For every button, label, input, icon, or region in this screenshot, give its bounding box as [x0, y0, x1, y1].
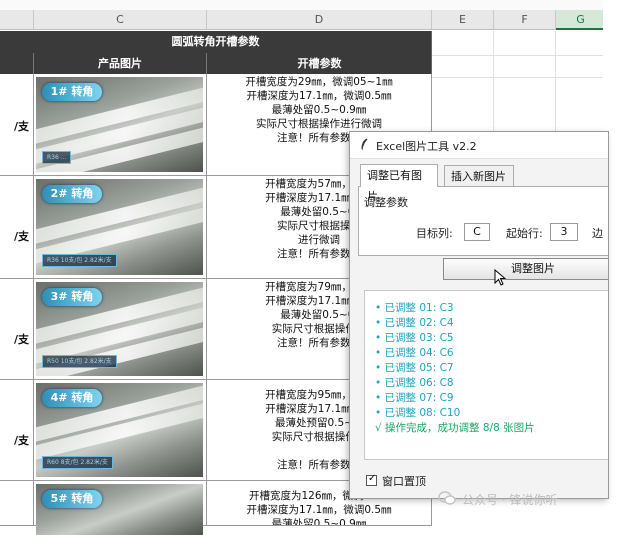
check-icon: ✓ — [368, 473, 377, 484]
param-line: 开槽深度为17.1㎜，微调0.5㎜ — [246, 504, 392, 516]
dialog-title: Excel图片工具 v2.2 — [376, 140, 477, 153]
corner-badge: 4# 转角 — [42, 389, 102, 407]
product-photo[interactable]: 1# 转角 R36 ... — [36, 77, 203, 172]
cell-g[interactable] — [556, 31, 606, 56]
sheet-header-row: 产品图片 开槽参数 — [0, 53, 432, 74]
param-line: 开槽宽度为29㎜，微调05~1㎜ — [245, 76, 393, 88]
param-line: 实际尺寸根据操作进行微调 — [256, 118, 382, 130]
product-image-cell[interactable]: 5# 转角 — [34, 481, 207, 535]
price-cell[interactable]: /支 — [0, 279, 34, 380]
corner-badge: 3# 转角 — [42, 288, 102, 306]
cell-f[interactable] — [494, 31, 556, 56]
product-photo[interactable]: 4# 转角 R60 8支/包 2.82米/支 — [36, 383, 203, 477]
log-line: • 已调整 02: C4 — [375, 317, 454, 329]
topmost-checkbox[interactable]: ✓ — [366, 473, 377, 486]
corner-badge: 5# 转角 — [42, 490, 102, 508]
tab-insert-new[interactable]: 插入新图片 — [444, 165, 514, 186]
log-line: • 已调整 03: C5 — [375, 332, 454, 344]
header-slot-params[interactable]: 开槽参数 — [207, 53, 432, 74]
price-cell[interactable]: /支 — [0, 176, 34, 279]
dialog-titlebar[interactable]: Excel图片工具 v2.2 — [350, 132, 608, 159]
spec-label: R36 10支/包 2.82米/支 — [42, 254, 117, 267]
cell-e[interactable] — [432, 56, 494, 78]
topmost-label[interactable]: 窗口置顶 — [382, 473, 426, 489]
spec-label: R36 ... — [42, 151, 72, 164]
spec-label: R60 8支/包 2.82米/支 — [42, 456, 113, 469]
target-column-input[interactable]: C — [464, 223, 490, 241]
price-cell[interactable]: /支 — [0, 74, 34, 176]
log-line: • 已调整 05: C7 — [375, 362, 454, 374]
sheet-title-cell[interactable]: 圆弧转角开槽参数 — [0, 31, 432, 53]
corner-badge: 2# 转角 — [42, 185, 102, 203]
cell-g[interactable] — [556, 78, 606, 134]
product-photo[interactable]: 3# 转角 R50 10支/包 2.82米/支 — [36, 282, 203, 376]
header-product-image[interactable]: 产品图片 — [34, 53, 207, 74]
column-header-g[interactable]: G — [556, 10, 606, 30]
product-photo[interactable]: 2# 转角 R36 10支/包 2.82米/支 — [36, 179, 203, 275]
column-header-b[interactable] — [0, 10, 34, 30]
cell-g[interactable] — [556, 56, 606, 78]
log-success-line: √ 操作完成，成功调整 8/8 张图片 — [375, 422, 535, 434]
feather-icon — [361, 138, 368, 151]
wechat-icon — [438, 491, 456, 505]
log-line: • 已调整 06: C8 — [375, 377, 454, 389]
log-panel[interactable]: • 已调整 01: C3 • 已调整 02: C4 • 已调整 03: C5 •… — [364, 290, 608, 460]
start-row-input[interactable]: 3 — [550, 223, 578, 241]
price-suffix: /支 — [13, 434, 29, 447]
product-image-cell[interactable]: 3# 转角 R50 10支/包 2.82米/支 — [34, 279, 207, 380]
cell-f[interactable] — [494, 56, 556, 78]
param-line: 开槽深度为17.1㎜，微调0.5㎜ — [246, 90, 392, 102]
watermark-text: 公众号 · 锋说你听 — [462, 493, 558, 507]
column-header-c[interactable]: C — [34, 10, 207, 30]
product-image-cell[interactable]: 2# 转角 R36 10支/包 2.82米/支 — [34, 176, 207, 279]
margin-label: 边 — [592, 227, 603, 240]
cell-e[interactable] — [432, 31, 494, 56]
tab-adjust-existing[interactable]: 调整已有图片 — [360, 164, 438, 203]
price-cell[interactable]: /支 — [0, 380, 34, 481]
cell-f[interactable] — [494, 78, 556, 134]
log-line: • 已调整 04: C6 — [375, 347, 454, 359]
mouse-cursor-icon — [494, 269, 507, 286]
param-line: 最薄处留0.5~0.9㎜ — [271, 518, 367, 526]
product-image-cell[interactable]: 4# 转角 R60 8支/包 2.82米/支 — [34, 380, 207, 481]
cell-e[interactable] — [432, 78, 494, 134]
log-line: • 已调整 01: C3 — [375, 302, 454, 314]
log-line: • 已调整 08: C10 — [375, 407, 461, 419]
product-photo[interactable]: 5# 转角 — [36, 484, 203, 535]
price-suffix: /支 — [13, 230, 29, 243]
start-row-label: 起始行: — [506, 227, 543, 240]
column-header-e[interactable]: E — [432, 10, 494, 30]
column-header-d[interactable]: D — [207, 10, 432, 30]
adjust-images-button[interactable]: 调整图片 — [443, 258, 608, 280]
price-suffix: /支 — [13, 333, 29, 346]
param-line: 最薄处留0.5~0.9㎜ — [271, 104, 367, 116]
log-line: • 已调整 07: C9 — [375, 392, 454, 404]
target-column-label: 目标列: — [416, 227, 453, 240]
price-cell[interactable] — [0, 481, 34, 526]
corner-badge: 1# 转角 — [42, 83, 102, 101]
price-suffix: /支 — [13, 120, 29, 133]
column-header-f[interactable]: F — [494, 10, 556, 30]
spec-label: R50 10支/包 2.82米/支 — [42, 355, 117, 368]
product-image-cell[interactable]: 1# 转角 R36 ... — [34, 74, 207, 176]
excel-image-tool-dialog: Excel图片工具 v2.2 调整已有图片 插入新图片 调整参数 目标列: C … — [349, 131, 609, 499]
